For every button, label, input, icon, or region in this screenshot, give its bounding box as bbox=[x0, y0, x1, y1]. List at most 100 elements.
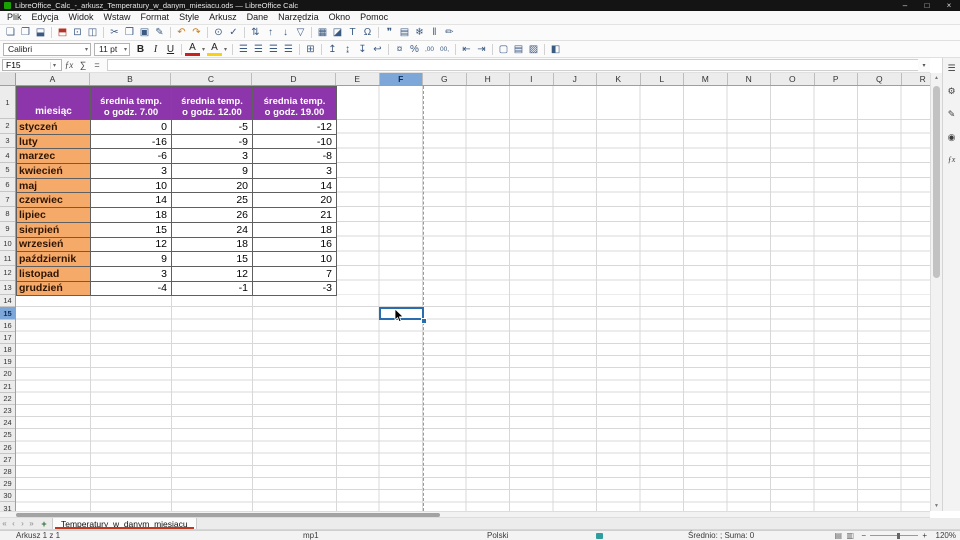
row-header-26[interactable]: 26 bbox=[0, 442, 15, 454]
column-header-N[interactable]: N bbox=[728, 73, 771, 85]
print-preview-icon[interactable]: ◫ bbox=[85, 26, 100, 40]
add-sheet-icon[interactable]: + bbox=[38, 519, 50, 529]
zoom-out-button[interactable]: − bbox=[861, 531, 866, 540]
font-color-icon[interactable]: A bbox=[185, 42, 200, 56]
language-status[interactable]: Polski bbox=[487, 531, 508, 540]
underline-icon[interactable]: U bbox=[163, 42, 178, 56]
sort-descending-icon[interactable]: ↓ bbox=[278, 26, 293, 40]
temp-19-cell[interactable]: 20 bbox=[253, 193, 337, 209]
row-header-15[interactable]: 15 bbox=[0, 307, 15, 320]
zoom-level[interactable]: 120% bbox=[930, 531, 956, 540]
menu-item[interactable]: Wstaw bbox=[99, 11, 136, 24]
column-header-H[interactable]: H bbox=[467, 73, 510, 85]
month-cell[interactable]: maj bbox=[17, 178, 91, 194]
temp-7-cell[interactable]: 9 bbox=[91, 252, 172, 267]
functions-icon[interactable]: ƒx bbox=[948, 155, 956, 165]
row-header-21[interactable]: 21 bbox=[0, 381, 15, 393]
first-sheet-icon[interactable]: « bbox=[0, 519, 9, 528]
select-all-corner[interactable] bbox=[0, 73, 16, 85]
temp-12-cell[interactable]: 24 bbox=[172, 222, 253, 238]
formula-icon[interactable]: = bbox=[90, 60, 104, 70]
horizontal-scrollbar[interactable] bbox=[0, 511, 930, 518]
clone-formatting-icon[interactable]: ✎ bbox=[152, 26, 167, 40]
month-cell[interactable]: sierpień bbox=[17, 222, 91, 238]
properties-icon[interactable]: ⚙ bbox=[947, 86, 955, 96]
bold-icon[interactable]: B bbox=[133, 42, 148, 56]
row-header[interactable]: 2 bbox=[0, 119, 15, 134]
insert-comment-icon[interactable]: ❞ bbox=[382, 26, 397, 40]
row-header-29[interactable]: 29 bbox=[0, 478, 15, 491]
column-header-K[interactable]: K bbox=[597, 73, 641, 85]
menu-item[interactable]: Pomoc bbox=[355, 11, 393, 24]
temp-12-cell[interactable]: 12 bbox=[172, 266, 253, 282]
temp-12-cell[interactable]: 25 bbox=[172, 193, 253, 209]
insert-image-icon[interactable]: ▦ bbox=[315, 26, 330, 40]
chevron-down-icon[interactable]: ▾ bbox=[50, 61, 58, 69]
row-header-23[interactable]: 23 bbox=[0, 405, 15, 418]
insert-chart-icon[interactable]: ◪ bbox=[330, 26, 345, 40]
row-header-19[interactable]: 19 bbox=[0, 356, 15, 369]
temp-7-cell[interactable]: -16 bbox=[91, 134, 172, 150]
row-header-22[interactable]: 22 bbox=[0, 393, 15, 405]
print-icon[interactable]: ⊡ bbox=[70, 26, 85, 40]
column-header-I[interactable]: I bbox=[510, 73, 554, 85]
save-document-icon[interactable]: ⬓ bbox=[33, 26, 48, 40]
row-header[interactable]: 6 bbox=[0, 178, 15, 193]
temp-19-cell[interactable]: 7 bbox=[253, 266, 337, 282]
row-header-28[interactable]: 28 bbox=[0, 466, 15, 479]
styles-icon[interactable]: ✎ bbox=[948, 109, 956, 119]
menu-item[interactable]: Edycja bbox=[27, 11, 64, 24]
insert-special-character-icon[interactable]: Ω bbox=[360, 26, 375, 40]
align-right-icon[interactable]: ☰ bbox=[266, 42, 281, 56]
menu-item[interactable]: Okno bbox=[324, 11, 356, 24]
justified-icon[interactable]: ☰ bbox=[281, 42, 296, 56]
view-page-break-icon[interactable]: ▥ bbox=[846, 531, 854, 540]
row-header[interactable]: 8 bbox=[0, 207, 15, 222]
row-header[interactable]: 5 bbox=[0, 163, 15, 178]
temp-12-cell[interactable]: 15 bbox=[172, 252, 253, 267]
temp-7-cell[interactable]: 3 bbox=[91, 266, 172, 282]
column-header-G[interactable]: G bbox=[423, 73, 467, 85]
row-header-14[interactable]: 14 bbox=[0, 295, 15, 308]
column-header-O[interactable]: O bbox=[771, 73, 815, 85]
align-left-icon[interactable]: ☰ bbox=[236, 42, 251, 56]
align-top-icon[interactable]: ↥ bbox=[325, 42, 340, 56]
scroll-down-icon[interactable]: ▼ bbox=[931, 503, 942, 509]
month-cell[interactable]: lipiec bbox=[17, 208, 91, 223]
next-sheet-icon[interactable]: › bbox=[18, 519, 27, 528]
scroll-up-icon[interactable]: ▲ bbox=[931, 75, 942, 81]
sum-icon[interactable]: ∑ bbox=[76, 60, 90, 70]
temp-19-cell[interactable]: -12 bbox=[253, 120, 337, 135]
column-header-R[interactable]: R bbox=[902, 73, 931, 85]
temp-7-cell[interactable]: 0 bbox=[91, 120, 172, 135]
menu-item[interactable]: Format bbox=[136, 11, 175, 24]
conditional-formatting-icon[interactable]: ◧ bbox=[548, 42, 563, 56]
temp-19-cell[interactable]: 18 bbox=[253, 222, 337, 238]
column-header-Q[interactable]: Q bbox=[858, 73, 902, 85]
menu-item[interactable]: Dane bbox=[242, 11, 274, 24]
row-header-17[interactable]: 17 bbox=[0, 332, 15, 344]
delete-decimal-place-icon[interactable]: 00, bbox=[437, 42, 452, 56]
cut-icon[interactable]: ✂ bbox=[107, 26, 122, 40]
spelling-icon[interactable]: ✓ bbox=[226, 26, 241, 40]
increase-indent-icon[interactable]: ⇥ bbox=[474, 42, 489, 56]
decrease-indent-icon[interactable]: ⇤ bbox=[459, 42, 474, 56]
row-header-27[interactable]: 27 bbox=[0, 454, 15, 466]
temp-7-cell[interactable]: 15 bbox=[91, 222, 172, 238]
font-name-combo[interactable]: Calibri ▾ bbox=[3, 42, 91, 56]
font-size-combo[interactable]: 11 pt ▾ bbox=[94, 42, 130, 56]
redo-icon[interactable]: ↷ bbox=[189, 26, 204, 40]
border-color-icon[interactable]: ▨ bbox=[526, 42, 541, 56]
paste-icon[interactable]: ▣ bbox=[137, 26, 152, 40]
column-header-A[interactable]: A bbox=[16, 73, 90, 85]
temp-19-cell[interactable]: -3 bbox=[253, 281, 337, 297]
zoom-in-button[interactable]: + bbox=[922, 531, 927, 540]
row-header[interactable]: 11 bbox=[0, 251, 15, 266]
copy-icon[interactable]: ❒ bbox=[122, 26, 137, 40]
table-header-temp-12[interactable]: średnia temp. o godz. 12.00 bbox=[172, 87, 253, 120]
show-draw-functions-icon[interactable]: ✏ bbox=[442, 26, 457, 40]
temp-7-cell[interactable]: 14 bbox=[91, 193, 172, 209]
temp-12-cell[interactable]: -9 bbox=[172, 134, 253, 150]
split-window-icon[interactable]: ‖ bbox=[427, 26, 442, 40]
temp-7-cell[interactable]: 12 bbox=[91, 237, 172, 253]
